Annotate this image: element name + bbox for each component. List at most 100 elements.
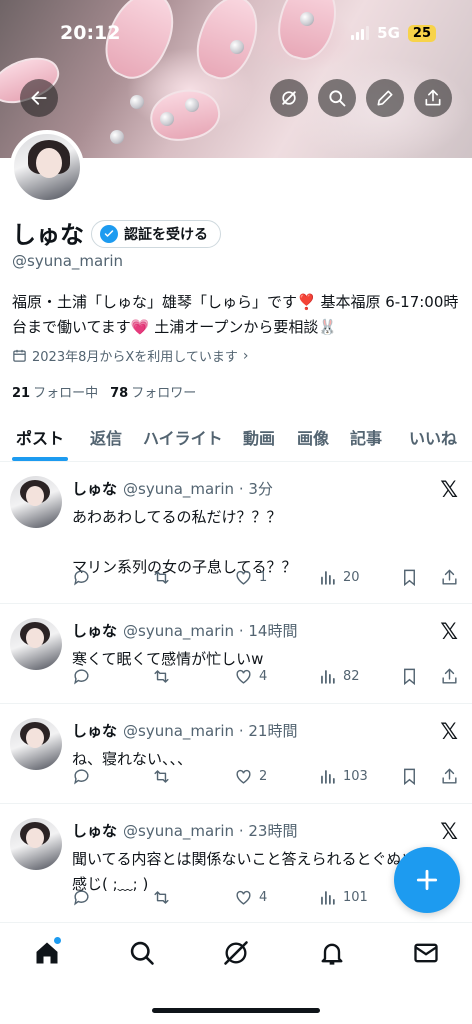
followers-count: 78 (110, 386, 129, 401)
x-logo-icon[interactable]: 𝕏 (440, 620, 458, 645)
like-button[interactable]: 1 (234, 568, 267, 587)
reply-button[interactable] (72, 568, 91, 587)
profile-handle: @syuna_marin (12, 252, 124, 270)
x-logo-icon[interactable]: 𝕏 (440, 720, 458, 745)
view-count: 20 (343, 570, 360, 585)
grok-icon[interactable] (222, 939, 250, 967)
views-button[interactable]: 103 (318, 767, 368, 786)
x-logo-icon[interactable]: 𝕏 (440, 820, 458, 845)
like-icon (236, 890, 251, 905)
following-link[interactable]: 21 フォロー中 (12, 382, 98, 401)
share-post-button[interactable] (440, 568, 459, 587)
post-item[interactable]: しゅな @syuna_marin · 3分 𝕏 あわあわしてるの私だけ？？？ マリ… (0, 462, 472, 604)
post-avatar[interactable] (10, 476, 62, 528)
tab-highlights[interactable]: ハイライト (143, 425, 223, 449)
get-verified-button[interactable]: 認証を受ける (91, 220, 221, 248)
signal-icon (351, 26, 370, 40)
post-avatar[interactable] (10, 618, 62, 670)
following-label: フォロー中 (33, 386, 99, 401)
banner-nail (270, 0, 345, 66)
views-button[interactable]: 82 (318, 667, 360, 686)
followers-link[interactable]: 78 フォロワー (110, 382, 196, 401)
banner-gem (185, 98, 199, 112)
following-count: 21 (12, 386, 31, 401)
views-icon (321, 770, 335, 784)
search-icon[interactable] (128, 939, 156, 967)
repost-icon (154, 891, 169, 904)
search-icon (329, 90, 346, 107)
grok-button[interactable] (270, 79, 308, 117)
post-actions: 2 103 (72, 767, 464, 789)
share-icon (442, 768, 457, 784)
tab-videos[interactable]: 動画 (243, 425, 275, 449)
tab-posts[interactable]: ポスト (16, 425, 64, 449)
post-item[interactable]: しゅな @syuna_marin · 21時間 𝕏 ね、寝れない、、、 2 103 (0, 704, 472, 804)
edit-pencil-icon (377, 90, 393, 106)
post-author-name: しゅな (72, 822, 118, 840)
share-icon (442, 668, 457, 684)
like-icon (236, 769, 251, 784)
banner-nail (146, 84, 224, 146)
repost-button[interactable] (152, 767, 171, 786)
like-button[interactable]: 4 (234, 888, 267, 907)
repost-button[interactable] (152, 568, 171, 587)
like-button[interactable]: 4 (234, 667, 267, 686)
back-button[interactable] (20, 79, 58, 117)
share-post-button[interactable] (440, 667, 459, 686)
share-button[interactable] (414, 79, 452, 117)
avatar-face (36, 148, 62, 178)
banner-gem (300, 12, 314, 26)
banner-gem (110, 130, 124, 144)
banner-nail (187, 0, 268, 87)
post-item[interactable]: しゅな @syuna_marin · 14時間 𝕏 寒くて眠くて感情が忙しいw 4… (0, 604, 472, 704)
views-button[interactable]: 20 (318, 568, 360, 587)
edit-button[interactable] (366, 79, 404, 117)
search-button[interactable] (318, 79, 356, 117)
repost-button[interactable] (152, 888, 171, 907)
like-button[interactable]: 2 (234, 767, 267, 786)
bell-icon[interactable] (318, 939, 346, 967)
chevron-right-icon: › (242, 347, 249, 364)
views-button[interactable]: 101 (318, 888, 368, 907)
bookmark-button[interactable] (400, 767, 419, 786)
share-post-button[interactable] (440, 767, 459, 786)
profile-banner[interactable]: 20:12 5G 25 (0, 0, 472, 158)
reply-icon (74, 570, 89, 586)
home-notification-dot (54, 937, 61, 944)
post-meta: @syuna_marin · 3分 (123, 480, 273, 498)
reply-button[interactable] (72, 767, 91, 786)
calendar-icon (13, 349, 26, 362)
reply-button[interactable] (72, 888, 91, 907)
joined-date[interactable]: 2023年8月からXを利用しています › (12, 346, 248, 365)
bookmark-button[interactable] (400, 568, 419, 587)
profile-name: しゅな (12, 221, 84, 249)
reply-button[interactable] (72, 667, 91, 686)
get-verified-label: 認証を受ける (124, 227, 208, 243)
status-indicators: 5G 25 (351, 24, 436, 42)
tab-replies[interactable]: 返信 (90, 425, 122, 449)
like-count: 4 (259, 890, 268, 905)
x-logo-icon[interactable]: 𝕏 (440, 478, 458, 503)
like-count: 2 (259, 769, 268, 784)
tab-images[interactable]: 画像 (297, 425, 329, 449)
post-meta: @syuna_marin · 14時間 (123, 622, 298, 640)
tab-likes[interactable]: いいね (409, 425, 457, 449)
post-avatar[interactable] (10, 718, 62, 770)
mail-icon[interactable] (412, 939, 440, 967)
post-meta: @syuna_marin · 23時間 (123, 822, 298, 840)
bookmark-icon (404, 668, 415, 686)
bookmark-icon (404, 569, 415, 587)
post-avatar[interactable] (10, 818, 62, 870)
compose-post-button[interactable] (394, 847, 460, 913)
joined-label: 2023年8月からXを利用しています (32, 350, 238, 365)
verified-badge-icon (100, 225, 118, 243)
repost-button[interactable] (152, 667, 171, 686)
views-icon (321, 670, 335, 684)
view-count: 82 (343, 669, 360, 684)
like-count: 1 (259, 570, 268, 585)
tab-articles[interactable]: 記事 (350, 425, 382, 449)
bookmark-button[interactable] (400, 667, 419, 686)
profile-avatar[interactable] (10, 130, 84, 204)
grok-icon (282, 91, 296, 105)
repost-icon (154, 571, 169, 584)
